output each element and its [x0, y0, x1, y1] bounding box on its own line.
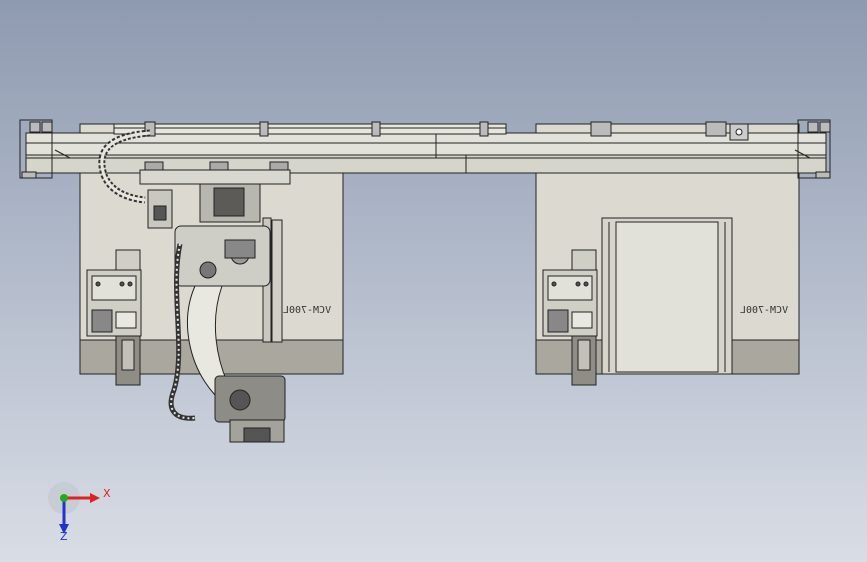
gantry-rail — [19, 119, 831, 179]
robot-carriage — [139, 169, 291, 185]
cad-viewport[interactable]: VCM-700L VCM-700L — [0, 0, 867, 562]
right-machine-label: VCM-700L — [740, 305, 788, 316]
left-machine-label: VCM-700L — [283, 305, 331, 316]
z-axis-label: Z — [60, 530, 68, 543]
axis-triad — [48, 482, 100, 534]
robot-shoulder — [174, 225, 271, 287]
x-axis-label: X — [103, 487, 111, 500]
y-axis-dot — [60, 494, 68, 502]
